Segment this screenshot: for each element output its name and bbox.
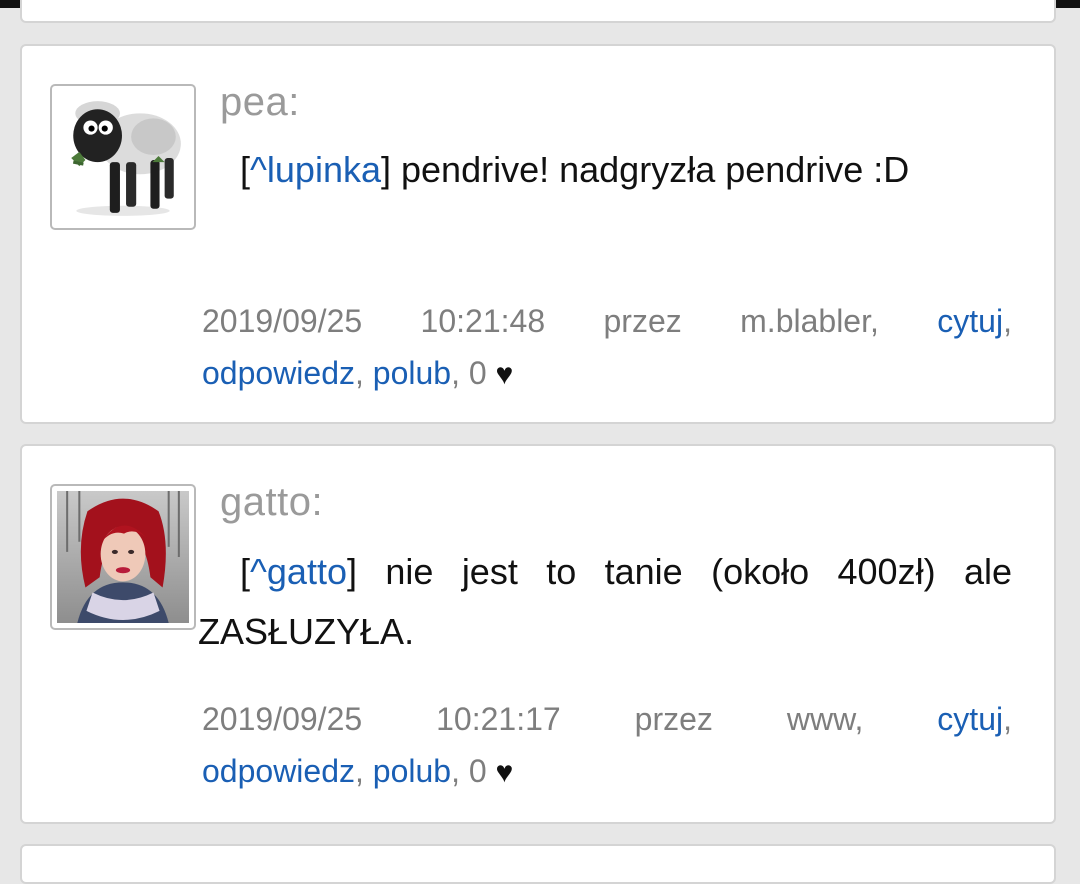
- heart-icon: ♥: [495, 756, 514, 789]
- post-author: pea:: [220, 80, 300, 124]
- post-source: m.blabler,: [740, 303, 879, 339]
- mention-link[interactable]: ^lupinka: [250, 149, 381, 190]
- via-label: przez: [634, 701, 713, 737]
- post-meta: 2019/09/25 10:21:48 przez m.blabler, cyt…: [202, 295, 1012, 401]
- post-message: [^lupinka] pendrive! nadgryzła pendrive …: [240, 149, 910, 190]
- via-label: przez: [603, 303, 682, 339]
- like-count: 0: [468, 753, 487, 789]
- post-date: 2019/09/25: [202, 701, 363, 737]
- heart-icon: ♥: [495, 358, 514, 391]
- user-photo-avatar[interactable]: [50, 484, 196, 630]
- previous-post-card: [20, 0, 1056, 23]
- post-message: [^gatto] nie jest to tanie (około 400zł)…: [198, 551, 1012, 652]
- post-time: 10:21:48: [420, 303, 546, 339]
- reply-link[interactable]: odpowiedz: [202, 355, 355, 391]
- next-post-card: [20, 844, 1056, 884]
- quote-link[interactable]: cytuj: [937, 701, 1003, 737]
- like-link[interactable]: polub: [373, 355, 451, 391]
- post-time: 10:21:17: [436, 701, 561, 737]
- reply-link[interactable]: odpowiedz: [202, 753, 355, 789]
- mention-link[interactable]: ^gatto: [250, 551, 347, 592]
- sheep-avatar-icon[interactable]: [50, 84, 196, 230]
- post-meta: 2019/09/25 10:21:17 przez www, cytuj, od…: [202, 693, 1012, 799]
- post-source: www,: [786, 701, 864, 737]
- like-link[interactable]: polub: [373, 753, 451, 789]
- like-count: 0: [468, 355, 487, 391]
- quote-link[interactable]: cytuj: [937, 303, 1003, 339]
- post-author: gatto:: [220, 480, 324, 524]
- post-message-text: pendrive! nadgryzła pendrive :D: [391, 149, 910, 190]
- post-date: 2019/09/25: [202, 303, 363, 339]
